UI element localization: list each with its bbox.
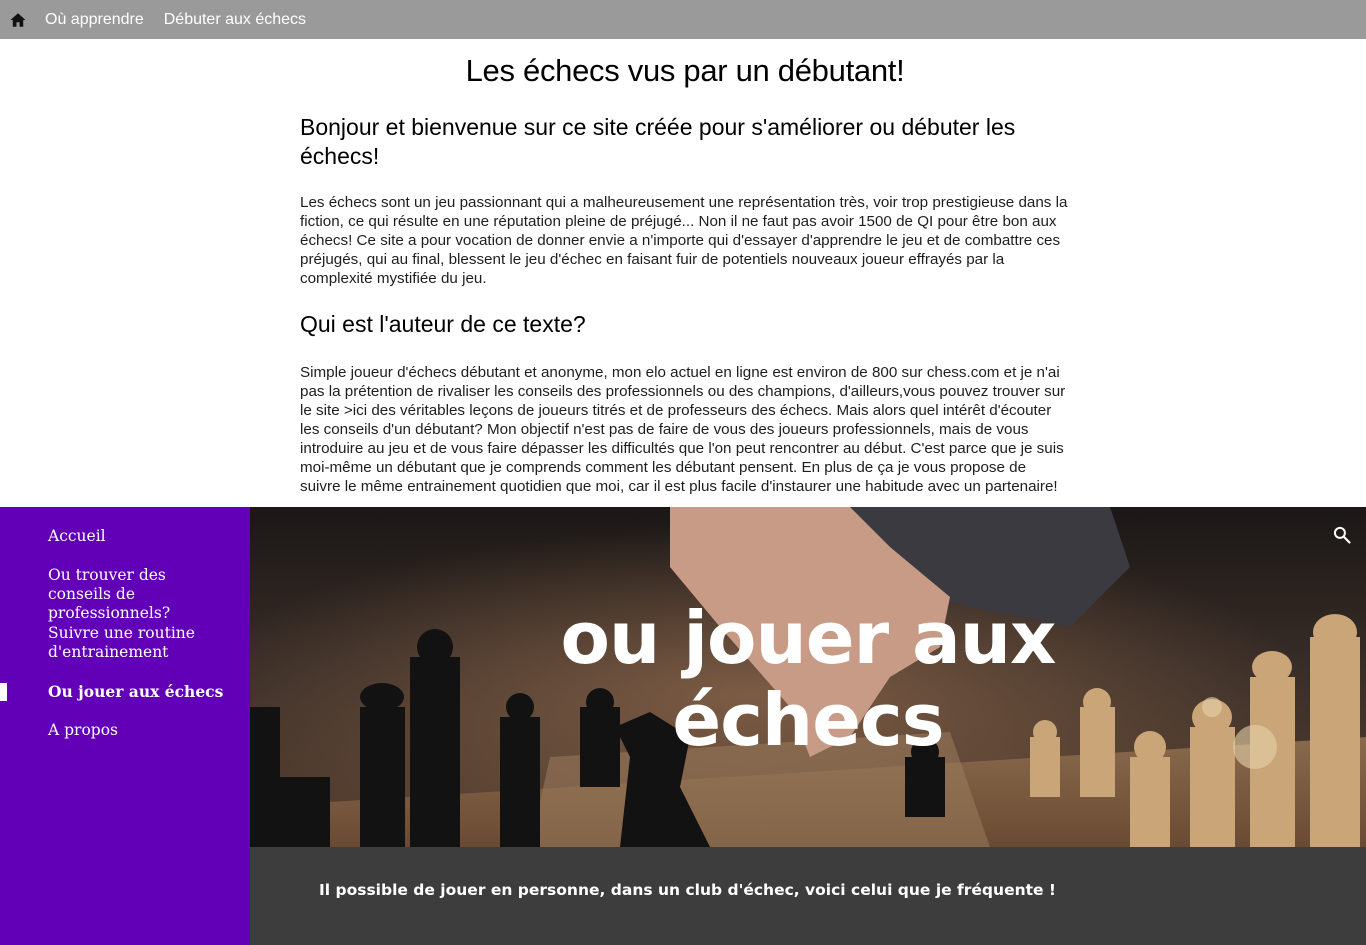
active-item-marker	[0, 683, 7, 701]
sidebar-item-conseils-professionnels[interactable]: Ou trouver des conseils de professionnel…	[48, 566, 233, 623]
club-info-section: Il possible de jouer en personne, dans u…	[250, 847, 1366, 945]
page-title: Les échecs vus par un débutant!	[465, 53, 905, 88]
hero-title-line-1: ou jouer aux	[560, 596, 1057, 680]
welcome-heading: Bonjour et bienvenue sur ce site créée p…	[300, 114, 1016, 169]
sidebar-item-accueil[interactable]: Accueil	[48, 527, 106, 546]
hero-banner: ou jouer aux échecs	[250, 507, 1366, 847]
nav-link-ou-apprendre[interactable]: Où apprendre	[45, 11, 144, 29]
top-navigation-bar: Où apprendre Débuter aux échecs	[0, 0, 1366, 39]
sidebar-item-ou-jouer[interactable]: Ou jouer aux échecs	[48, 682, 223, 701]
search-icon[interactable]	[1332, 525, 1352, 545]
author-heading: Qui est l'auteur de ce texte?	[300, 311, 586, 337]
club-info-text: Il possible de jouer en personne, dans u…	[319, 881, 1056, 899]
article-content: Les échecs vus par un débutant! Bonjour …	[300, 39, 1070, 496]
sidebar-item-routine-entrainement[interactable]: Suivre une routine d'entrainement	[48, 624, 208, 662]
home-icon[interactable]	[9, 11, 27, 29]
author-paragraph: Simple joueur d'échecs débutant et anony…	[300, 364, 1066, 495]
hero-title-line-2: échecs	[672, 678, 944, 762]
intro-paragraph: Les échecs sont un jeu passionnant qui a…	[300, 194, 1068, 287]
hero-title: ou jouer aux échecs	[250, 597, 1366, 761]
nav-link-debuter-aux-echecs[interactable]: Débuter aux échecs	[164, 11, 306, 29]
sidebar-item-a-propos[interactable]: A propos	[48, 721, 118, 740]
sidebar-navigation: Accueil Ou trouver des conseils de profe…	[0, 507, 250, 945]
